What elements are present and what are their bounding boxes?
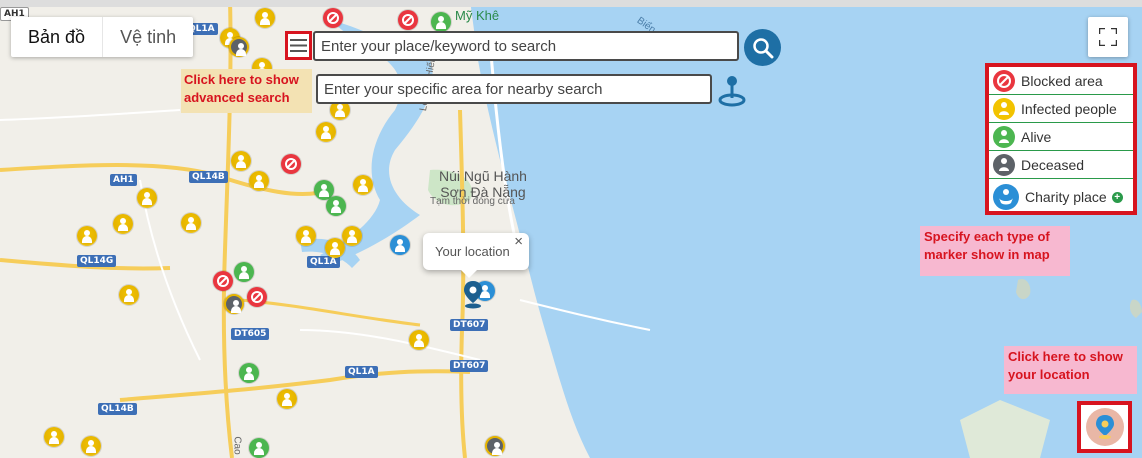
road-label: QL14B [189,171,228,183]
deceased-marker[interactable] [229,37,249,57]
street-label-cao: Cao [231,436,243,455]
infected-marker[interactable] [249,171,269,191]
infected-marker[interactable] [119,285,139,305]
infected-marker[interactable] [316,122,336,142]
road-label: QL14B [98,403,137,415]
legend-label: Blocked area [1021,72,1103,89]
place-keyword-search-input[interactable] [313,31,739,61]
road-label: DT607 [450,319,489,331]
blocked-marker[interactable] [281,154,301,174]
infected-marker[interactable] [296,226,316,246]
map-type-satellite-button[interactable]: Vệ tinh [102,17,193,57]
map-type-control: Bản đồ Vệ tinh [11,17,194,57]
advanced-search-menu-button[interactable] [285,31,312,60]
blocked-marker[interactable] [247,287,267,307]
infected-marker[interactable] [44,427,64,447]
infected-marker[interactable] [113,214,133,234]
charity-marker[interactable] [390,235,410,255]
nearby-location-icon[interactable] [716,74,748,108]
legend-item-charity-place[interactable]: Charity place + [989,179,1133,215]
road-label: QL14G [77,255,117,267]
marker-legend: Blocked area Infected people Alive Decea… [985,63,1137,215]
advanced-search-note: Click here to show advanced search [181,69,312,113]
infected-marker[interactable] [181,213,201,233]
infected-marker[interactable] [353,175,373,195]
legend-label: Alive [1021,128,1052,145]
legend-note: Specify each type of marker show in map [920,226,1070,276]
legend-item-blocked-area[interactable]: Blocked area [989,67,1133,95]
blocked-marker[interactable] [213,271,233,291]
place-label-my-khe: Mỹ Khê [455,8,500,23]
charity-icon [993,184,1019,210]
road-label: DT607 [450,360,489,372]
nearby-area-search-input[interactable] [316,74,712,104]
your-location-popup: Your location × [423,233,529,278]
fullscreen-icon [1099,28,1117,46]
alive-marker[interactable] [431,12,451,32]
blocked-marker[interactable] [398,10,418,30]
alive-marker[interactable] [234,262,254,282]
location-note: Click here to show your location [1004,346,1137,394]
map-view[interactable]: Mỹ Khê Núi Ngũ Hành Sơn Đà Nẵng Tạm thời… [0,0,1142,458]
blocked-marker[interactable] [323,8,343,28]
infected-marker[interactable] [409,330,429,350]
place-label-temp-closed: Tạm thời đóng cửa [430,196,515,207]
legend-item-alive[interactable]: Alive [989,123,1133,151]
infected-marker[interactable] [342,226,362,246]
alive-marker[interactable] [239,363,259,383]
road-label: AH1 [110,174,137,186]
top-bar [0,0,1142,7]
show-my-location-button[interactable] [1077,401,1132,453]
fullscreen-button[interactable] [1088,17,1128,57]
deceased-person-icon [993,153,1015,176]
legend-label: Charity place [1025,189,1107,205]
alive-person-icon [993,125,1015,148]
hamburger-icon [290,39,307,52]
search-icon [752,37,773,58]
infected-marker[interactable] [77,226,97,246]
popup-close-button[interactable]: × [514,233,523,250]
blocked-icon [993,69,1015,92]
search-button[interactable] [744,29,781,66]
map-type-map-button[interactable]: Bản đồ [11,17,102,57]
infected-marker[interactable] [81,436,101,456]
alive-marker[interactable] [249,438,269,458]
road-label: QL1A [345,366,378,378]
infected-marker[interactable] [137,188,157,208]
legend-item-deceased[interactable]: Deceased [989,151,1133,179]
infected-marker[interactable] [277,389,297,409]
infected-marker[interactable] [325,238,345,258]
legend-label: Infected people [1021,100,1117,117]
popup-text: Your location [435,244,510,259]
legend-label: Deceased [1021,156,1085,173]
infected-person-icon [993,97,1015,120]
your-location-pin-icon[interactable] [464,281,482,309]
deceased-marker[interactable] [224,294,244,314]
alive-marker[interactable] [326,196,346,216]
infected-marker[interactable] [231,151,251,171]
infected-marker[interactable] [255,8,275,28]
my-location-pin-icon [1095,415,1114,439]
road-label: DT605 [231,328,270,340]
deceased-marker[interactable] [485,436,505,456]
add-charity-icon[interactable]: + [1111,191,1123,203]
legend-item-infected-people[interactable]: Infected people [989,95,1133,123]
